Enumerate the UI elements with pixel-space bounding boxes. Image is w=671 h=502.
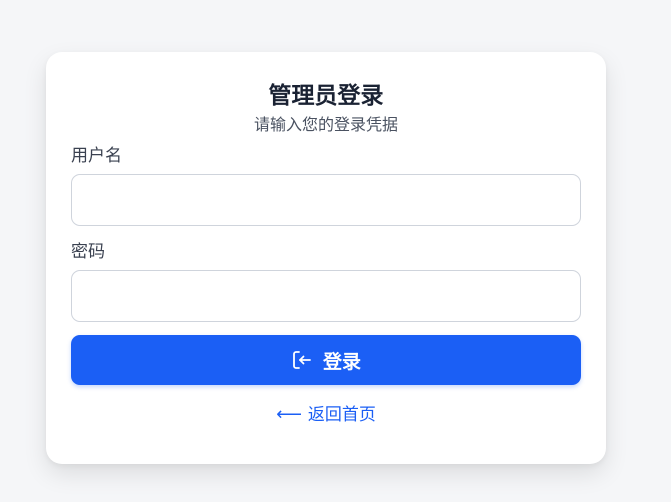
- login-button-label: 登录: [322, 350, 361, 373]
- arrow-left-icon: ⟵: [276, 404, 302, 425]
- back-home-link[interactable]: ⟵ 返回首页: [71, 403, 581, 427]
- login-card: 管理员登录 请输入您的登录凭据 用户名 密码 登录 ⟵ 返回首页: [46, 52, 606, 464]
- password-label: 密码: [71, 242, 105, 262]
- login-icon: [291, 349, 313, 371]
- password-input[interactable]: [71, 270, 581, 322]
- page-title: 管理员登录: [268, 83, 384, 109]
- username-label: 用户名: [71, 146, 122, 166]
- back-home-label: 返回首页: [307, 405, 376, 425]
- login-button[interactable]: 登录: [71, 335, 581, 385]
- page-subtitle: 请输入您的登录凭据: [253, 115, 398, 134]
- username-input[interactable]: [71, 174, 581, 226]
